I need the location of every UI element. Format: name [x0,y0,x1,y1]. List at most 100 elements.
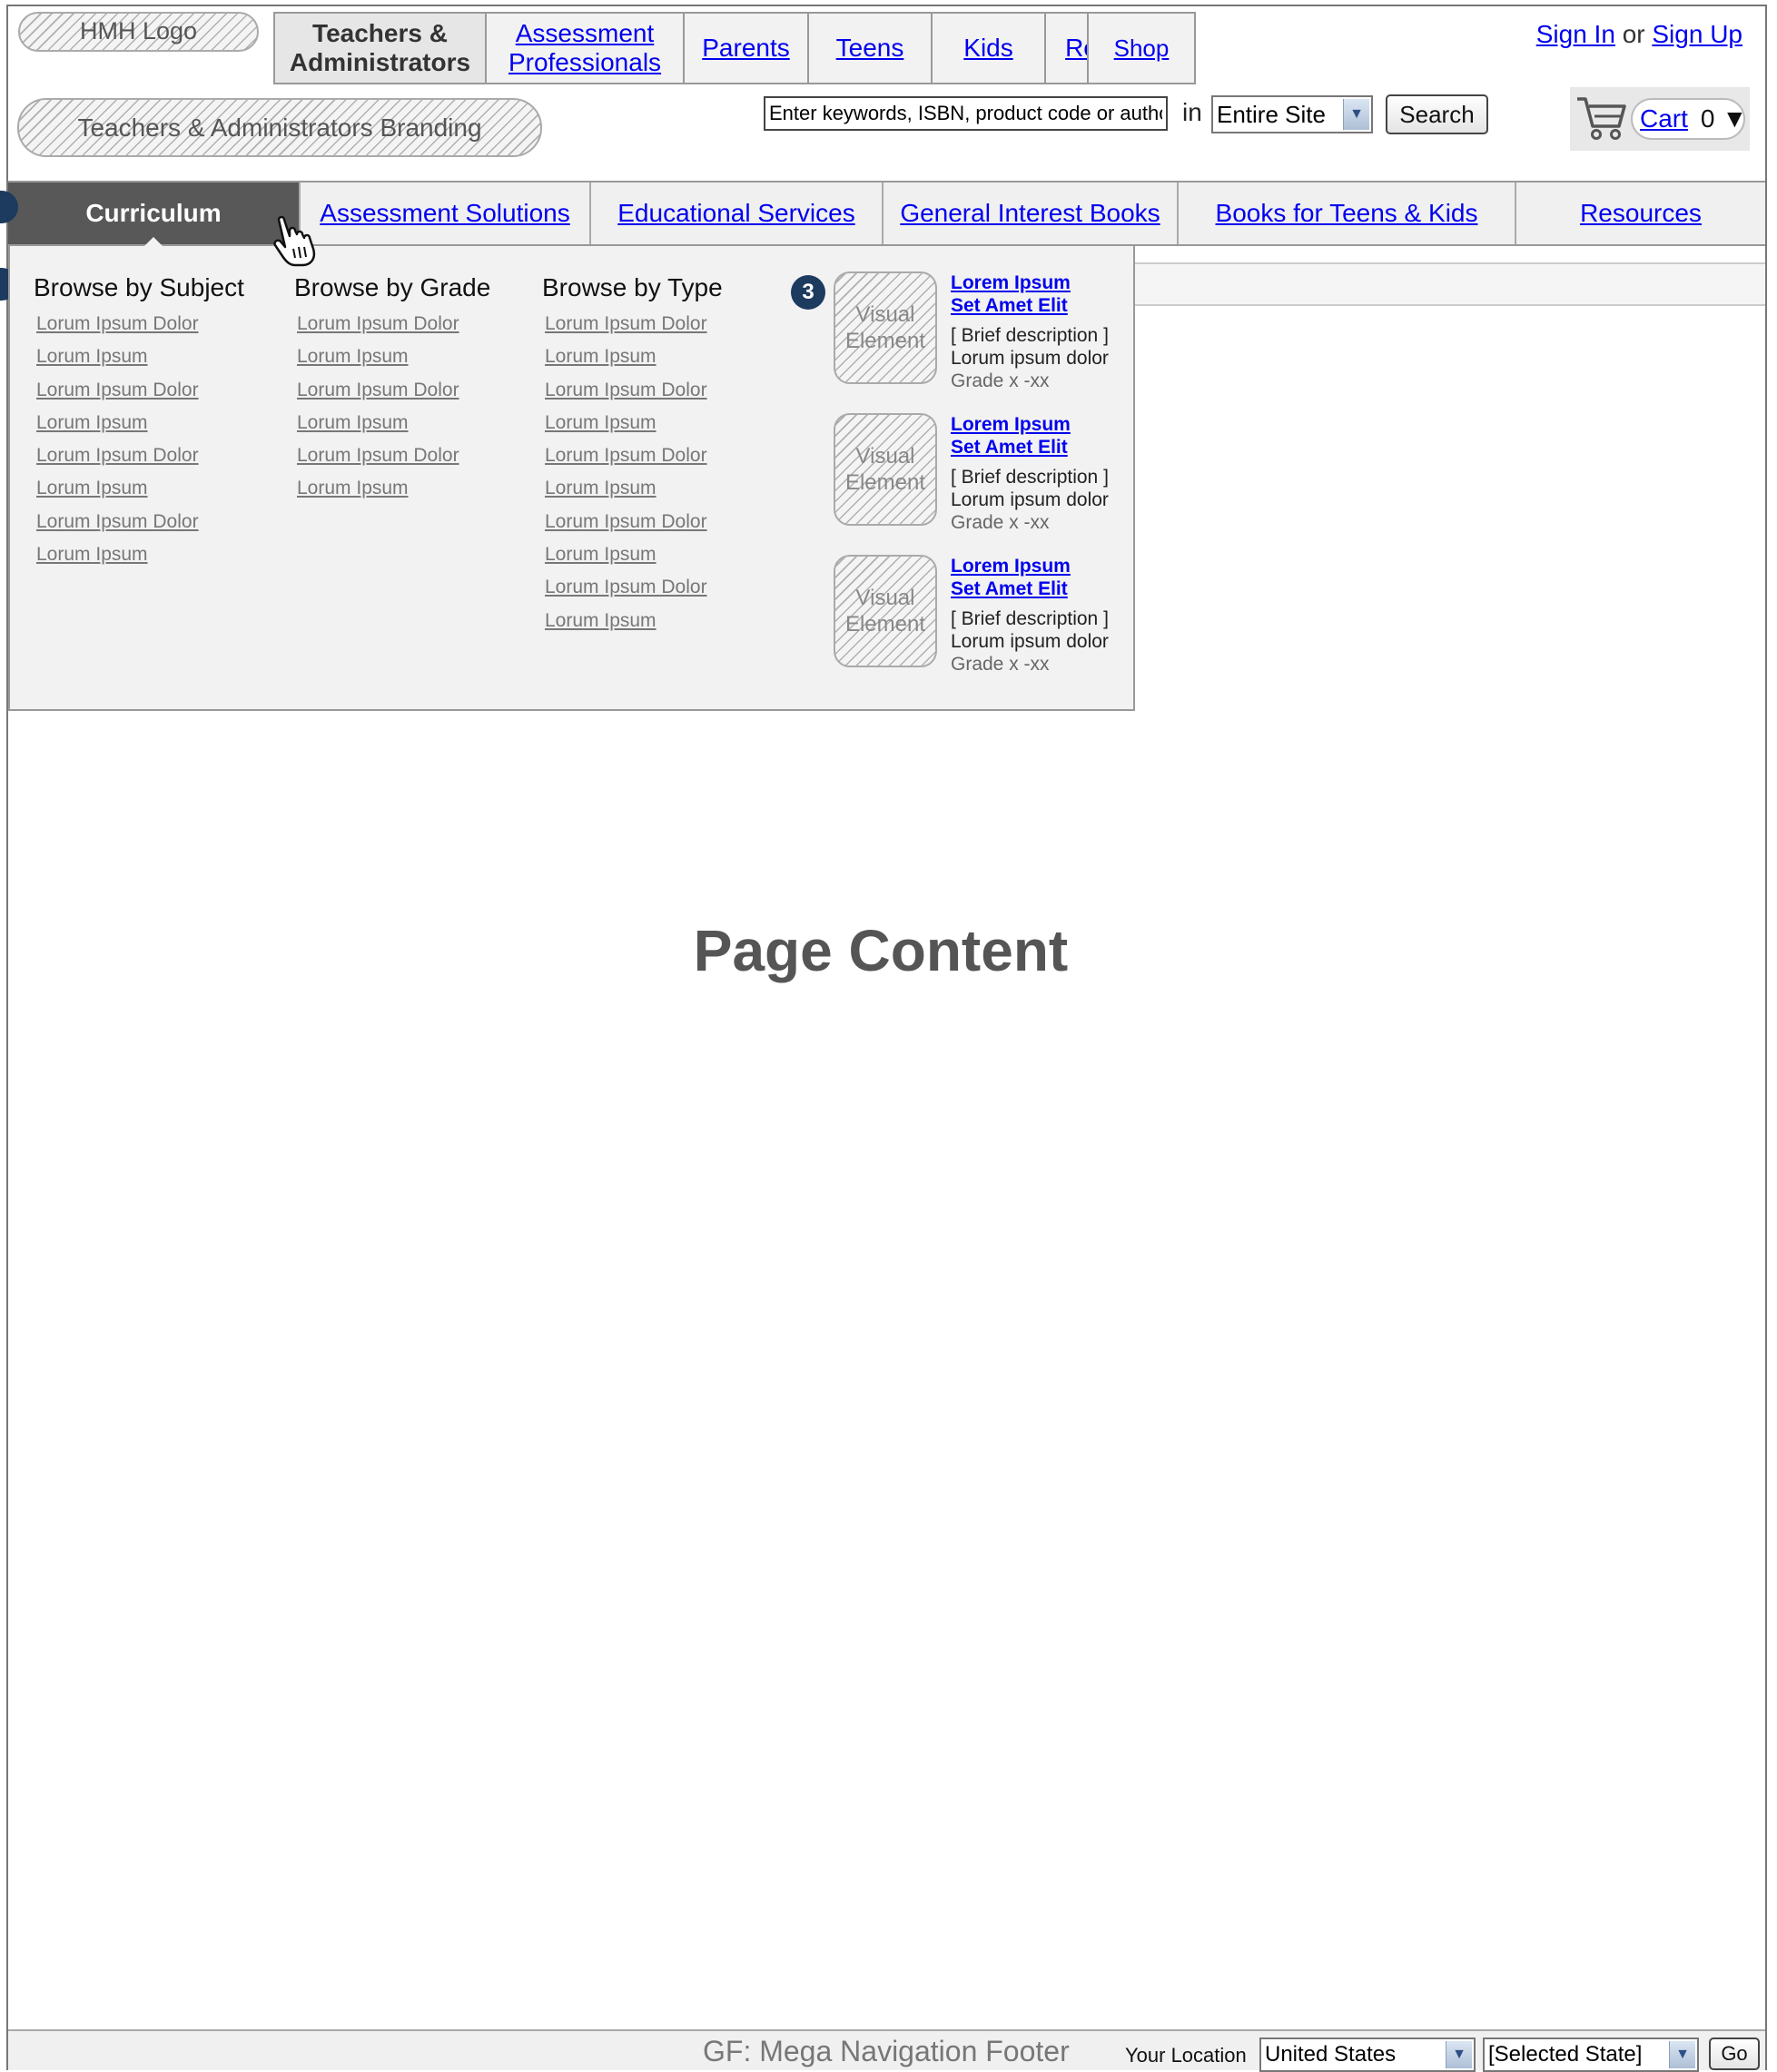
shop-link[interactable]: Shop [1087,12,1196,84]
column-heading: Browse by Grade [294,273,491,301]
pointer-hand-icon [273,215,316,267]
featured-title-line-1[interactable]: Lorem Ipsum [951,272,1071,293]
menu-link[interactable]: Lorum Ipsum [36,407,244,439]
featured-title-line-2[interactable]: Set Amet Elit [951,578,1068,599]
menu-link[interactable]: Lorum Ipsum [36,538,244,571]
cart-pill[interactable]: Cart 0 ▼ [1631,98,1747,140]
menu-link[interactable]: Lorum Ipsum Dolor [297,439,490,472]
search-in-label: in [1182,98,1202,126]
menu-link[interactable]: Lorum Ipsum [297,407,490,439]
audience-tab-kids[interactable]: Kids [933,14,1046,83]
featured-desc-1: [ Brief description ] [951,467,1109,488]
chevron-down-icon: ▼ [1669,2041,1695,2068]
featured-title-line-2[interactable]: Set Amet Elit [951,437,1068,458]
featured-description: [ Brief description ] Lorum ipsum dolor … [951,324,1109,392]
menu-link[interactable]: Lorum Ipsum Dolor [36,374,244,407]
browse-by-subject-column: Browse by Subject Lorum Ipsum Dolor Loru… [34,273,244,571]
cart-link[interactable]: Cart [1640,104,1688,133]
cart-count: 0 [1700,104,1715,133]
featured-desc-1: [ Brief description ] [951,325,1109,346]
menu-link[interactable]: Lorum Ipsum Dolor [545,506,723,538]
mega-navigation-footer: GF: Mega Navigation Footer Your Location… [8,2029,1765,2072]
audience-tab-teens[interactable]: Teens [809,14,933,83]
featured-title[interactable]: Lorem Ipsum Set Amet Elit [951,271,1071,317]
nav-tab-resources[interactable]: Resources [1516,183,1765,244]
audience-nav: Teachers & Administrators Assessment Pro… [273,12,1182,84]
search-input[interactable] [764,96,1168,131]
menu-link[interactable]: Lorum Ipsum Dolor [36,439,244,472]
search-scope-select[interactable]: Entire Site ▼ [1211,95,1373,133]
hmh-logo[interactable]: HMH Logo [18,12,259,52]
nav-tab-general-interest-books[interactable]: General Interest Books [884,183,1179,244]
menu-link[interactable]: Lorum Ipsum [545,340,723,373]
featured-product[interactable]: Visual Element Lorem Ipsum Set Amet Elit… [834,413,1124,540]
country-select[interactable]: United States ▼ [1259,2037,1476,2072]
menu-link[interactable]: Lorum Ipsum [297,340,490,373]
menu-link[interactable]: Lorum Ipsum [36,340,244,373]
sign-up-link[interactable]: Sign Up [1652,20,1742,48]
audience-tab-teachers[interactable]: Teachers & Administrators [275,14,487,83]
location-label: Your Location [1125,2044,1247,2067]
browse-by-grade-column: Browse by Grade Lorum Ipsum Dolor Lorum … [294,273,490,506]
sub-nav-bar [1135,262,1765,306]
featured-description: [ Brief description ] Lorum ipsum dolor … [951,607,1109,676]
cart-dropdown-icon[interactable]: ▼ [1722,104,1747,133]
nav-tab-assessment-solutions[interactable]: Assessment Solutions [301,183,591,244]
featured-product[interactable]: Visual Element Lorem Ipsum Set Amet Elit… [834,555,1124,682]
audience-tab-assessment-professionals[interactable]: Assessment Professionals [487,14,685,83]
audience-tab-parents[interactable]: Parents [685,14,809,83]
audience-branding: Teachers & Administrators Branding [17,98,542,157]
visual-element-image[interactable]: Visual Element [834,413,937,526]
menu-link[interactable]: Lorum Ipsum [545,538,723,571]
menu-link[interactable]: Lorum Ipsum [36,472,244,505]
sign-in-link[interactable]: Sign In [1536,20,1615,48]
menu-link[interactable]: Lorum Ipsum [545,472,723,505]
go-button[interactable]: Go [1709,2037,1760,2070]
footer-title: GF: Mega Navigation Footer [703,2035,1070,2067]
menu-link[interactable]: Lorum Ipsum Dolor [545,308,723,340]
featured-title[interactable]: Lorem Ipsum Set Amet Elit [951,413,1071,459]
featured-title[interactable]: Lorem Ipsum Set Amet Elit [951,555,1071,600]
menu-link[interactable]: Lorum Ipsum Dolor [36,308,244,340]
featured-grade: Grade x -xx [951,512,1050,533]
featured-title-line-1[interactable]: Lorem Ipsum [951,414,1071,435]
visual-element-image[interactable]: Visual Element [834,555,937,667]
featured-desc-1: [ Brief description ] [951,608,1109,629]
or-text: or [1622,20,1645,48]
menu-link[interactable]: Lorum Ipsum Dolor [36,506,244,538]
browse-by-type-column: Browse by Type Lorum Ipsum Dolor Lorum I… [542,273,723,637]
search-scope-value: Entire Site [1217,100,1326,128]
featured-grade: Grade x -xx [951,370,1050,391]
menu-link[interactable]: Lorum Ipsum Dolor [297,308,490,340]
cart-icon [1577,97,1626,140]
country-value: United States [1265,2042,1397,2067]
chevron-down-icon: ▼ [1343,99,1369,130]
column-heading: Browse by Subject [34,273,244,301]
featured-description: [ Brief description ] Lorum ipsum dolor … [951,466,1109,534]
state-value: [Selected State] [1488,2042,1643,2067]
menu-link[interactable]: Lorum Ipsum [297,472,490,505]
menu-link[interactable]: Lorum Ipsum Dolor [545,374,723,407]
mega-menu-panel: Browse by Subject Lorum Ipsum Dolor Loru… [8,246,1135,711]
menu-link[interactable]: Lorum Ipsum [545,407,723,439]
menu-link[interactable]: Lorum Ipsum Dolor [297,374,490,407]
menu-link[interactable]: Lorum Ipsum Dolor [545,571,723,604]
nav-tab-curriculum[interactable]: Curriculum [8,183,301,244]
featured-desc-2: Lorum ipsum dolor [951,348,1109,369]
column-heading: Browse by Type [542,273,723,301]
featured-grade: Grade x -xx [951,654,1050,675]
featured-product[interactable]: Visual Element Lorem Ipsum Set Amet Elit… [834,271,1124,399]
chevron-down-icon: ▼ [1446,2041,1472,2068]
menu-link[interactable]: Lorum Ipsum [545,605,723,637]
cart-widget[interactable]: Cart 0 ▼ [1570,87,1750,151]
nav-tab-educational-services[interactable]: Educational Services [591,183,884,244]
search-button[interactable]: Search [1386,94,1488,134]
nav-tab-books-for-teens-kids[interactable]: Books for Teens & Kids [1179,183,1516,244]
visual-element-image[interactable]: Visual Element [834,271,937,384]
annotation-badge-3: 3 [791,275,825,310]
featured-title-line-2[interactable]: Set Amet Elit [951,295,1068,316]
state-select[interactable]: [Selected State] ▼ [1483,2037,1699,2072]
featured-desc-2: Lorum ipsum dolor [951,489,1109,510]
menu-link[interactable]: Lorum Ipsum Dolor [545,439,723,472]
featured-title-line-1[interactable]: Lorem Ipsum [951,556,1071,577]
